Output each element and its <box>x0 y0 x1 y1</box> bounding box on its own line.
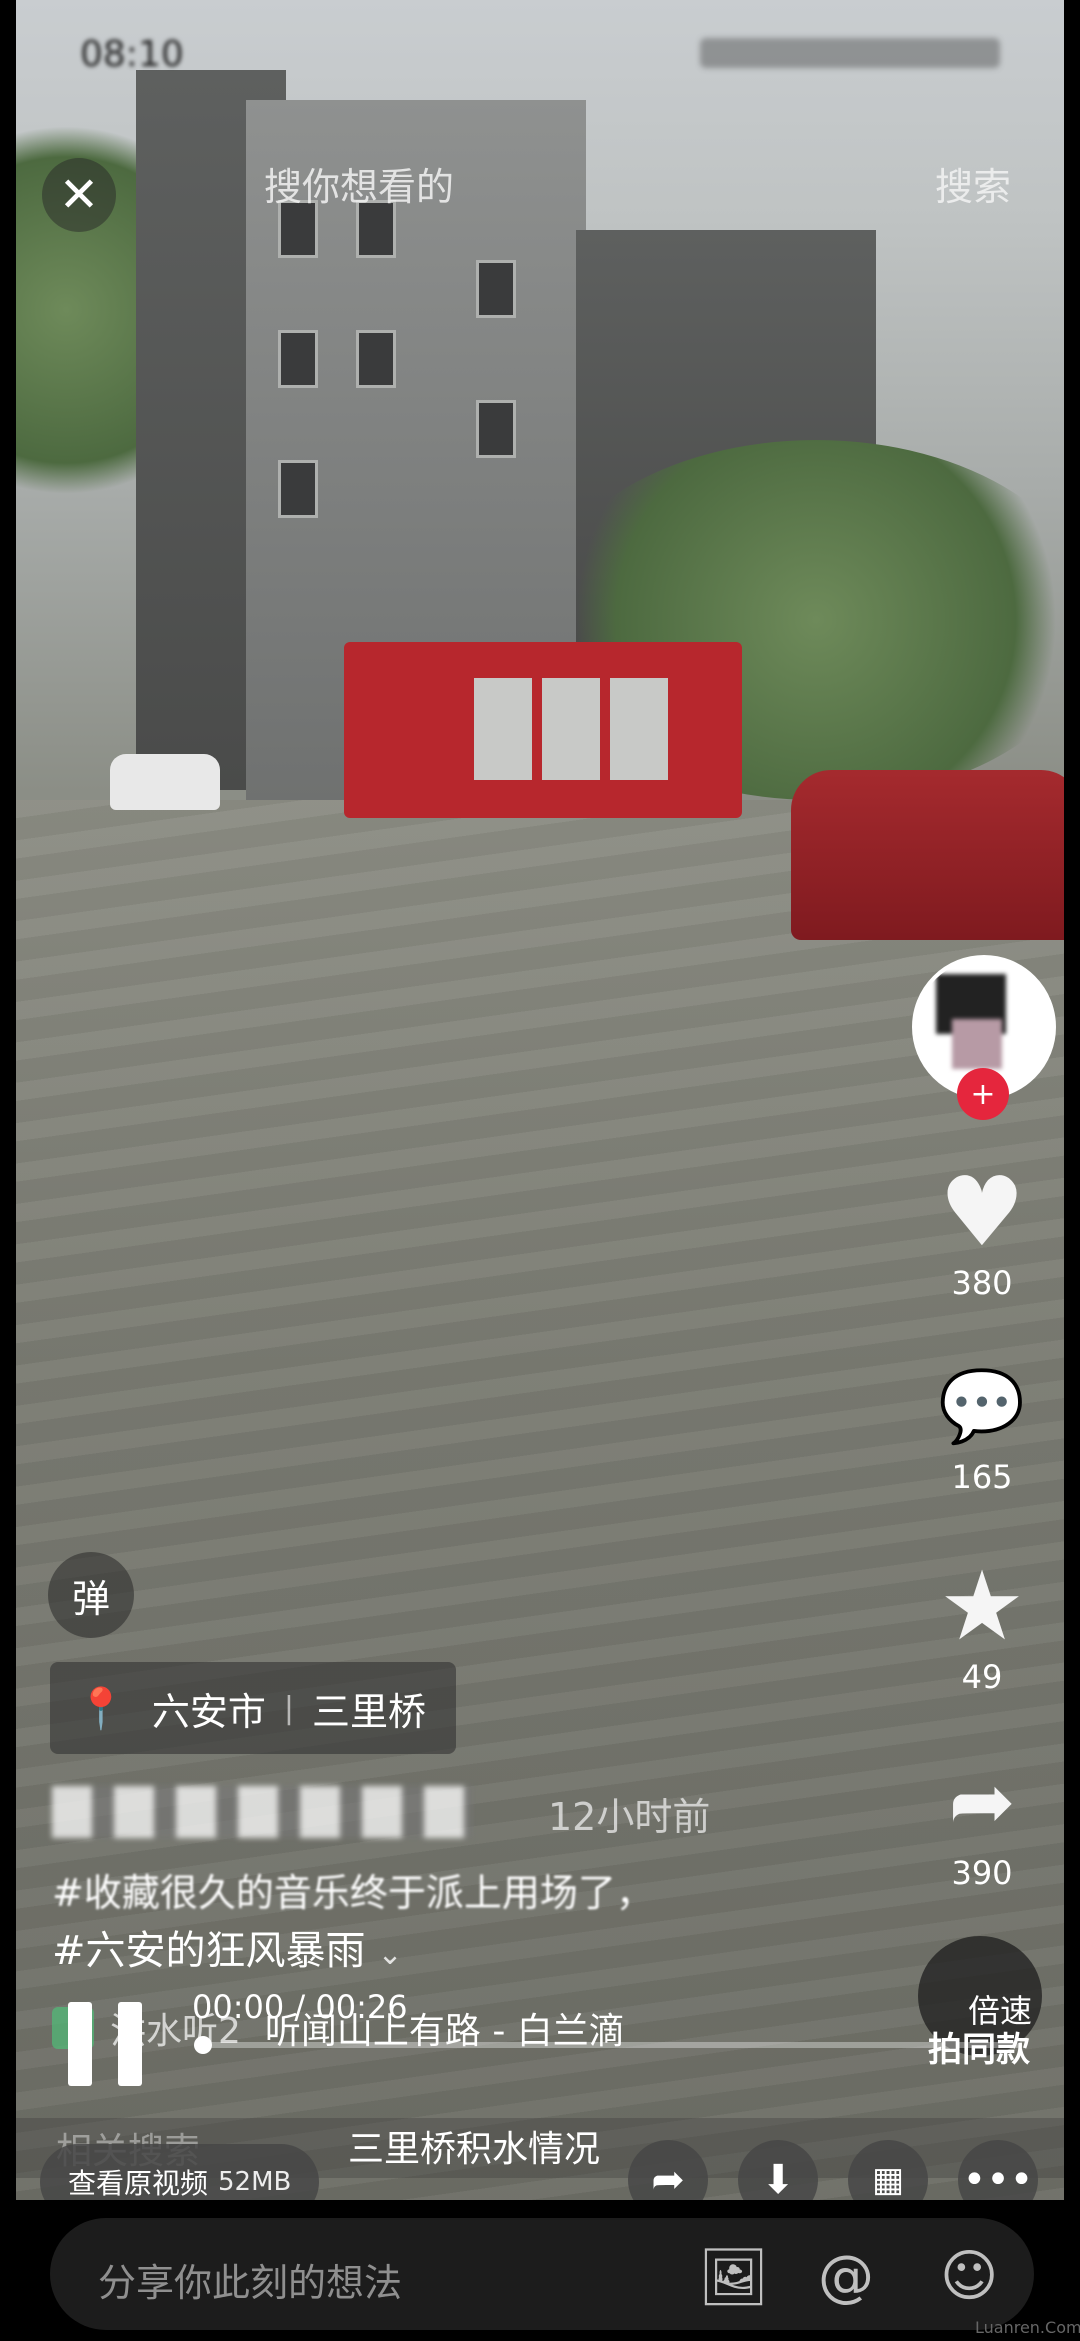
share-arrow-icon: ➦ <box>948 1755 1016 1848</box>
flood-water <box>16 800 1064 2200</box>
comment-count: 165 <box>951 1458 1013 1496</box>
grid-icon: ▦ <box>871 2160 905 2200</box>
share-count: 390 <box>951 1854 1013 1892</box>
emoji-icon[interactable]: ☺ <box>940 2244 998 2309</box>
download-icon: ⬇ <box>761 2157 795 2203</box>
comment-action[interactable]: 💬 165 <box>930 1356 1034 1496</box>
pause-icon <box>118 2002 142 2086</box>
location-tag[interactable]: 📍 六安市 | 三里桥 <box>50 1662 456 1754</box>
white-car <box>110 754 220 810</box>
file-size: 52MB <box>218 2167 292 2197</box>
playback-time: 00:00 / 00:26 <box>192 1988 408 2026</box>
progress-knob[interactable] <box>194 2036 212 2054</box>
avatar-pixel <box>952 1019 1002 1069</box>
hashtag[interactable]: #六安的狂风暴雨 <box>52 1928 366 1974</box>
pause-button[interactable] <box>68 2002 144 2086</box>
search-link[interactable]: 搜索 <box>935 156 1011 211</box>
share-action[interactable]: ➦ 390 <box>930 1752 1034 1892</box>
view-original-label: 查看原视频 <box>68 2167 209 2200</box>
post-description-line1[interactable]: #收藏很久的音乐终于派上用场了， <box>52 1862 654 1917</box>
close-icon: ✕ <box>58 167 100 223</box>
location-place: 三里桥 <box>311 1689 426 1734</box>
comment-placeholder[interactable]: 分享你此刻的想法 <box>98 2252 402 2307</box>
truck-panel <box>610 678 668 780</box>
like-count: 380 <box>951 1264 1013 1302</box>
chevron-down-icon[interactable]: ⌄ <box>378 1937 403 1972</box>
red-car <box>791 770 1064 940</box>
share-icon: ➦ <box>651 2157 685 2203</box>
truck-panel <box>542 678 600 780</box>
status-icons <box>700 38 1000 68</box>
window <box>278 460 318 518</box>
related-search-term: 三里桥积水情况 <box>348 2129 601 2170</box>
heart-icon: ♥ <box>938 1156 1026 1268</box>
progress-bar[interactable] <box>194 2036 1020 2054</box>
status-bar: 08:10 <box>0 30 1080 80</box>
location-pin-icon: 📍 <box>76 1685 126 1732</box>
video-screen: 08:10 ✕ 搜你想看的 搜索 + ♥ 380 💬 165 ★ 49 ➦ 39… <box>0 0 1080 2341</box>
truck-panel <box>474 678 532 780</box>
comment-bubble-icon: 💬 <box>938 1365 1026 1447</box>
fire-truck <box>344 642 742 818</box>
at-icon[interactable]: @ <box>818 2244 874 2309</box>
favorite-action[interactable]: ★ 49 <box>930 1556 1034 1696</box>
favorite-count: 49 <box>961 1658 1003 1696</box>
window <box>278 330 318 388</box>
window <box>476 260 516 318</box>
danmu-toggle[interactable]: 弹 <box>48 1552 134 1638</box>
pause-icon <box>68 2002 92 2086</box>
image-icon[interactable]: 🖼 <box>698 2244 769 2310</box>
window <box>476 400 516 458</box>
more-dots-icon: ••• <box>962 2157 1034 2203</box>
post-description-line2[interactable]: #六安的狂风暴雨 ⌄ <box>52 1918 403 1976</box>
follow-button[interactable]: + <box>957 1068 1009 1120</box>
search-hint[interactable]: 搜你想看的 <box>264 156 454 211</box>
watermark: Luanren.Com <box>975 2318 1080 2337</box>
window <box>356 330 396 388</box>
post-time: 12小时前 <box>548 1795 711 1839</box>
like-action[interactable]: ♥ 380 <box>930 1162 1034 1302</box>
close-button[interactable]: ✕ <box>42 158 116 232</box>
location-city: 六安市 <box>151 1689 266 1734</box>
author-name-blurred[interactable] <box>52 1786 472 1838</box>
location-separator: | <box>283 1690 294 1726</box>
star-icon: ★ <box>938 1550 1026 1662</box>
plus-icon: + <box>970 1076 996 1112</box>
status-time: 08:10 <box>80 34 184 75</box>
